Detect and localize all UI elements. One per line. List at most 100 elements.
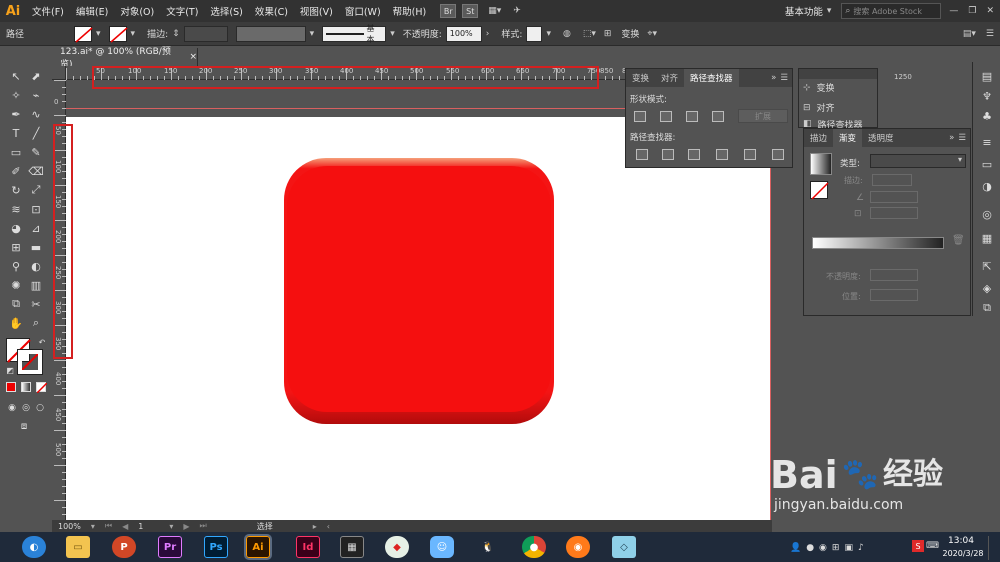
- next-artboard-icon[interactable]: ▶: [183, 522, 189, 531]
- panel-scroll-icon[interactable]: [963, 123, 971, 131]
- menu-edit[interactable]: 编辑(E): [70, 4, 114, 18]
- workspace-switcher[interactable]: 基本功能: [785, 4, 823, 18]
- free-transform-icon[interactable]: ⊡: [28, 201, 44, 217]
- color-mode-icon[interactable]: [6, 382, 16, 392]
- menu-select[interactable]: 选择(S): [204, 4, 248, 18]
- show-desktop-divider[interactable]: [988, 536, 989, 560]
- layers-panel-icon[interactable]: ◈: [979, 280, 995, 296]
- color-panel-icon[interactable]: ▤: [979, 68, 995, 84]
- screen-mode-icon[interactable]: ⧈: [16, 418, 32, 434]
- close-icon[interactable]: ✕: [986, 6, 994, 16]
- warp-tool-icon[interactable]: ≋: [8, 201, 24, 217]
- first-artboard-icon[interactable]: ⏮: [105, 521, 112, 531]
- indesign-icon[interactable]: Id: [296, 536, 320, 558]
- scale-tool-icon[interactable]: ⤢: [28, 182, 44, 198]
- expand-button[interactable]: 扩展: [738, 109, 788, 123]
- exclude-icon[interactable]: [712, 111, 724, 122]
- clock-date[interactable]: 2020/3/28: [938, 549, 988, 558]
- chevron-down-icon[interactable]: ▾: [131, 29, 136, 39]
- bridge-button[interactable]: Br: [440, 4, 457, 18]
- recolor-icon[interactable]: ◍: [563, 29, 571, 39]
- chevron-down-icon[interactable]: ▾: [546, 29, 551, 39]
- eraser-icon[interactable]: ⌫: [28, 163, 44, 179]
- trim-icon[interactable]: [662, 149, 674, 160]
- rotate-tool-icon[interactable]: ↻: [8, 182, 24, 198]
- menu-window[interactable]: 窗口(W): [339, 4, 387, 18]
- selection-tool-icon[interactable]: ↖: [8, 68, 24, 84]
- symbol-sprayer-icon[interactable]: ✺: [8, 277, 24, 293]
- tab-gradient[interactable]: 渐变: [833, 129, 863, 147]
- collapse-icon[interactable]: »: [771, 73, 776, 83]
- symbols-panel-icon[interactable]: ♣: [979, 108, 995, 124]
- stock-search-input[interactable]: 搜索 Adobe Stock: [853, 6, 922, 17]
- artboard-tool-icon[interactable]: ⧉: [8, 296, 24, 312]
- eyedropper-icon[interactable]: ⚲: [8, 258, 24, 274]
- chevron-down-icon[interactable]: ▾: [169, 522, 173, 531]
- panel-menu-icon[interactable]: ☰: [958, 133, 966, 143]
- artboard-number[interactable]: 1: [138, 522, 143, 531]
- stroke-swatch[interactable]: [108, 25, 128, 43]
- tab-pathfinder[interactable]: 路径查找器: [684, 69, 739, 87]
- divide-icon[interactable]: [636, 149, 648, 160]
- panel-menu-icon[interactable]: ☰: [986, 29, 994, 39]
- isolate-icon[interactable]: ⌖▾: [647, 29, 657, 39]
- shaper-tool-icon[interactable]: ✐: [8, 163, 24, 179]
- menu-file[interactable]: 文件(F): [26, 4, 70, 18]
- rectangle-tool-icon[interactable]: ▭: [8, 144, 24, 160]
- gradient-tool-icon[interactable]: ▬: [28, 239, 44, 255]
- graph-tool-icon[interactable]: ▥: [28, 277, 44, 293]
- gradient-mode-icon[interactable]: [21, 382, 31, 392]
- chrome-icon[interactable]: ●: [522, 536, 546, 558]
- menu-type[interactable]: 文字(T): [160, 4, 204, 18]
- chevron-right-icon[interactable]: ›: [486, 29, 490, 39]
- tab-transform[interactable]: 变换: [626, 69, 655, 87]
- scroll-left-icon[interactable]: ‹: [327, 522, 330, 531]
- swap-fill-stroke-icon[interactable]: ↶: [34, 334, 50, 350]
- export-panel-icon[interactable]: ⇱: [979, 258, 995, 274]
- stock-button[interactable]: St: [462, 4, 479, 18]
- stop-position-field[interactable]: [870, 289, 918, 301]
- firefox-icon[interactable]: ◉: [566, 536, 590, 558]
- panel-menu-icon[interactable]: ☰: [780, 73, 788, 83]
- stop-opacity-field[interactable]: [870, 269, 918, 281]
- ruler-origin[interactable]: [52, 66, 66, 80]
- unite-icon[interactable]: [634, 111, 646, 122]
- opacity-field[interactable]: 100%: [445, 25, 482, 42]
- prev-artboard-icon[interactable]: ◀: [122, 522, 128, 531]
- delete-stop-icon[interactable]: 🗑: [952, 235, 965, 246]
- artboards-panel-icon[interactable]: ⧉: [979, 300, 995, 316]
- gpu-icon[interactable]: ✈: [513, 6, 521, 16]
- media-icon[interactable]: ▦: [340, 536, 364, 558]
- blend-tool-icon[interactable]: ◐: [28, 258, 44, 274]
- graphic-styles-icon[interactable]: ▦: [979, 230, 995, 246]
- menu-view[interactable]: 视图(V): [294, 4, 339, 18]
- none-mode-icon[interactable]: [36, 382, 47, 393]
- stroke-weight-field[interactable]: [183, 25, 228, 42]
- stroke-panel-icon[interactable]: ≡: [979, 134, 995, 150]
- perspective-grid-icon[interactable]: ⊿: [28, 220, 44, 236]
- last-artboard-icon[interactable]: ⏭: [200, 521, 207, 531]
- merge-icon[interactable]: [688, 149, 700, 160]
- align-icon[interactable]: ⊞: [604, 29, 612, 39]
- photoshop-icon[interactable]: Ps: [204, 536, 228, 558]
- input-method-icon[interactable]: S: [912, 540, 924, 552]
- panel-item-align[interactable]: ⊟ 对齐: [803, 101, 835, 115]
- red-rounded-square-artwork[interactable]: [284, 158, 554, 424]
- intersect-icon[interactable]: [686, 111, 698, 122]
- chevron-down-icon[interactable]: ▾: [91, 522, 95, 531]
- outline-icon[interactable]: [744, 149, 756, 160]
- paintbrush-icon[interactable]: ✎: [28, 144, 44, 160]
- tab-stroke[interactable]: 描边: [804, 129, 833, 147]
- powerpoint-icon[interactable]: P: [112, 536, 136, 558]
- aspect-ratio-field[interactable]: [870, 207, 918, 219]
- gradient-fill-swatch[interactable]: [810, 181, 829, 200]
- gradient-thumbnail[interactable]: [810, 153, 832, 175]
- mesh-tool-icon[interactable]: ⊞: [8, 239, 24, 255]
- lasso-icon[interactable]: ⌁: [28, 87, 44, 103]
- shape-builder-icon[interactable]: ◕: [8, 220, 24, 236]
- clock-time[interactable]: 13:04: [941, 536, 981, 546]
- curvature-tool-icon[interactable]: ∿: [28, 106, 44, 122]
- arrange-icon[interactable]: ▤▾: [963, 29, 976, 39]
- minus-back-icon[interactable]: [772, 149, 784, 160]
- illustrator-icon[interactable]: Ai: [244, 534, 272, 560]
